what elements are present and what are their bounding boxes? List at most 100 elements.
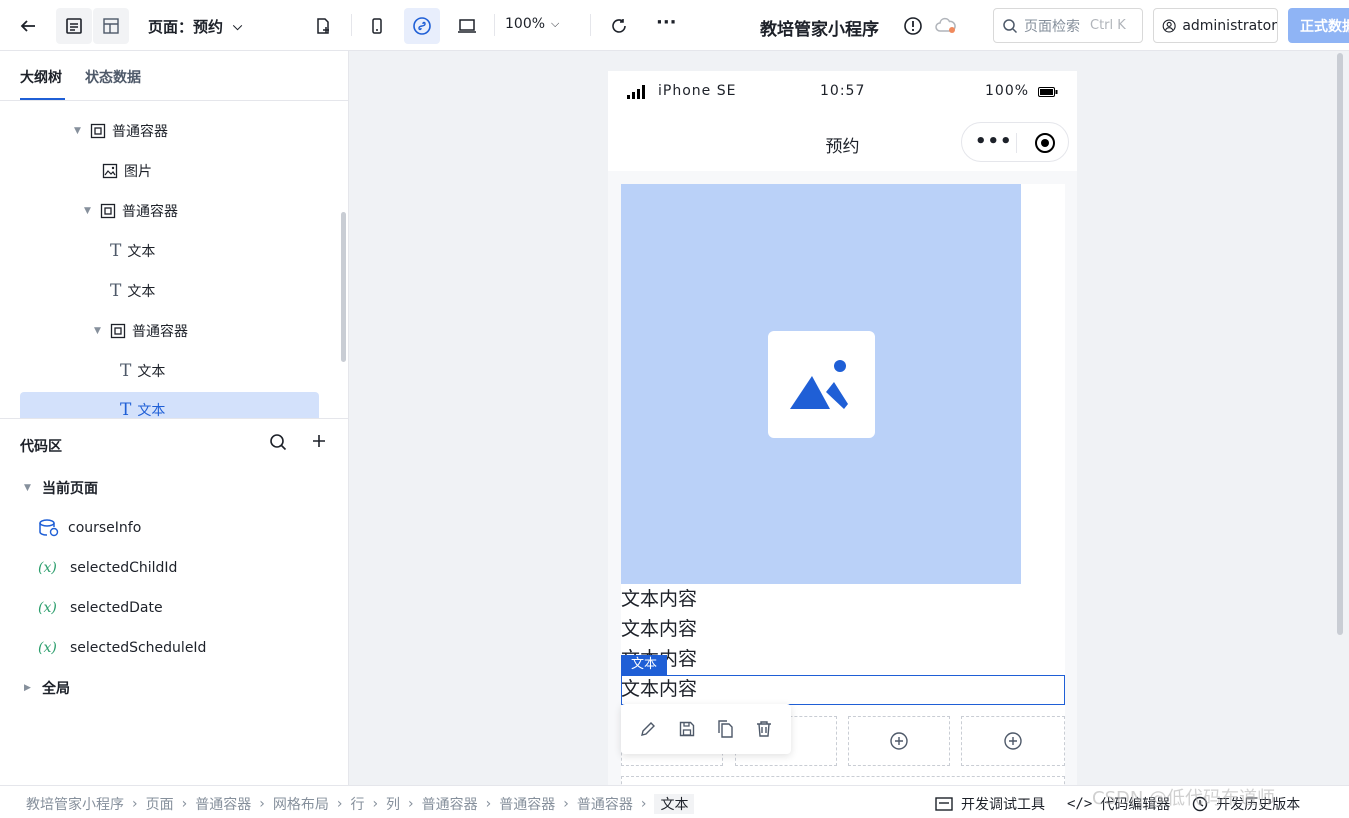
caret-down-icon[interactable]: ▼: [94, 326, 104, 336]
save-icon[interactable]: [678, 720, 696, 738]
add-page-icon[interactable]: [305, 8, 341, 44]
container-icon: [110, 323, 126, 339]
code-item[interactable]: (x) selectedDate: [38, 595, 163, 621]
tree-item[interactable]: T 文本: [110, 277, 155, 305]
close-target-icon[interactable]: [1034, 132, 1056, 154]
zoom-selector[interactable]: 100% ⌵: [505, 16, 559, 32]
user-menu[interactable]: administrator: [1153, 8, 1278, 43]
tree-scrollbar[interactable]: [341, 212, 346, 362]
breadcrumb-item[interactable]: 教培管家小程序: [26, 794, 124, 814]
breadcrumb-item[interactable]: 普通容器: [577, 794, 633, 814]
signal-icon: [627, 85, 645, 99]
more-dots-icon[interactable]: •••: [975, 131, 1013, 152]
caret-down-icon[interactable]: ▼: [74, 126, 84, 136]
page-search-input[interactable]: 页面检索 Ctrl K: [993, 8, 1143, 43]
current-page-group[interactable]: ▼ 当前页面: [24, 475, 98, 501]
desktop-device-icon[interactable]: [449, 8, 485, 44]
layout-icon[interactable]: [93, 8, 129, 44]
copy-icon[interactable]: [716, 720, 734, 738]
code-item[interactable]: (x) selectedScheduleId: [38, 635, 206, 661]
search-icon[interactable]: [269, 433, 287, 456]
grid-cell[interactable]: [848, 716, 950, 766]
tab-outline-tree[interactable]: 大纲树: [20, 67, 62, 87]
text-block[interactable]: 文本内容: [621, 584, 697, 614]
edit-pencil-icon[interactable]: [639, 720, 657, 738]
battery-level: 100%: [985, 83, 1030, 99]
miniprogram-icon[interactable]: [404, 8, 440, 44]
breadcrumb-item[interactable]: 网格布局: [273, 794, 329, 814]
caret-right-icon[interactable]: ▶: [24, 683, 34, 693]
tree-item-selected[interactable]: T 文本: [20, 392, 319, 418]
image-placeholder[interactable]: [621, 184, 1021, 584]
search-icon: [1003, 18, 1018, 33]
tree-item[interactable]: ▼ 普通容器: [74, 117, 168, 145]
grid-row-placeholder[interactable]: [621, 776, 1065, 785]
tree-item-label: 文本: [127, 244, 156, 260]
mountain-image-icon: [790, 360, 848, 409]
canvas-scrollbar[interactable]: [1337, 53, 1343, 635]
chevron-right-icon: ›: [563, 796, 569, 812]
tree-item-label: 文本: [127, 284, 156, 300]
code-item-label: selectedDate: [70, 600, 163, 616]
variable-icon: (x): [38, 640, 57, 656]
phone-preview: iPhone SE 10:57 100% 预约 ••• 文本内容 文本内容 文本…: [608, 71, 1077, 785]
warning-icon[interactable]: [903, 16, 923, 36]
cloud-sync-icon[interactable]: [934, 16, 958, 36]
chevron-right-icon: ›: [181, 796, 188, 812]
page-selector[interactable]: 页面：预约 ⌵: [148, 16, 242, 37]
global-group[interactable]: ▶ 全局: [24, 675, 70, 701]
text-block[interactable]: 文本内容: [621, 614, 697, 644]
mobile-device-icon[interactable]: [359, 8, 395, 44]
variable-icon: (x): [38, 560, 57, 576]
add-icon[interactable]: [311, 433, 327, 454]
breadcrumb-item[interactable]: 文本: [654, 794, 695, 814]
user-name: administrator: [1182, 17, 1277, 34]
dev-tools-button[interactable]: 开发调试工具: [935, 794, 1045, 814]
page-list-icon[interactable]: [56, 8, 92, 44]
text-type-icon: T: [120, 400, 132, 418]
code-item[interactable]: (x) selectedChildId: [38, 555, 177, 581]
code-item-label: courseInfo: [68, 520, 142, 536]
grid-cell[interactable]: [961, 716, 1065, 766]
breadcrumb-item[interactable]: 页面: [146, 794, 174, 814]
publish-button[interactable]: 正式数据: [1288, 8, 1349, 43]
refresh-icon[interactable]: [601, 8, 637, 44]
top-toolbar: 页面：预约 ⌵ 100% ⌵ ··· 教培管家小程序 页面检索 Ctrl K a…: [0, 0, 1349, 51]
device-name: iPhone SE: [658, 83, 737, 99]
tree-item[interactable]: 图片: [102, 157, 152, 185]
selection-outline: [621, 675, 1065, 705]
breadcrumb-item[interactable]: 行: [350, 794, 364, 814]
tab-state-data[interactable]: 状态数据: [85, 67, 141, 87]
breadcrumb-item[interactable]: 普通容器: [422, 794, 478, 814]
tree-item-label: 文本: [137, 403, 166, 418]
tree-item-label: 普通容器: [132, 324, 188, 340]
caret-down-icon[interactable]: ▼: [24, 483, 34, 493]
tree-item[interactable]: ▼ 普通容器: [84, 197, 178, 225]
add-circle-icon[interactable]: [889, 731, 909, 751]
chevron-right-icon: ›: [640, 796, 647, 812]
page-selector-label: 页面：预约: [148, 18, 224, 36]
code-item-label: selectedChildId: [70, 560, 178, 576]
selection-tag[interactable]: 文本: [621, 655, 668, 675]
search-placeholder: 页面检索: [1024, 18, 1080, 35]
code-item[interactable]: courseInfo: [38, 515, 141, 541]
breadcrumb-item[interactable]: 普通容器: [499, 794, 555, 814]
tree-item[interactable]: T 文本: [110, 237, 155, 265]
back-arrow-icon[interactable]: [10, 8, 46, 44]
more-button[interactable]: ···: [656, 12, 677, 33]
watermark: CSDN @低代码布道师: [1092, 788, 1276, 809]
capsule-menu[interactable]: •••: [961, 122, 1069, 162]
code-icon: </>: [1067, 796, 1093, 812]
tree-item[interactable]: T 文本: [120, 357, 165, 385]
caret-down-icon[interactable]: ▼: [84, 206, 94, 216]
breadcrumb-item[interactable]: 列: [386, 794, 400, 814]
delete-trash-icon[interactable]: [755, 720, 773, 738]
component-toolbar: [621, 704, 791, 754]
image-card: [768, 331, 875, 438]
text-type-icon: T: [110, 281, 122, 301]
tree-item-label: 普通容器: [122, 204, 178, 220]
phone-status-bar: iPhone SE 10:57 100%: [608, 71, 1077, 113]
add-circle-icon[interactable]: [1003, 731, 1023, 751]
tree-item[interactable]: ▼ 普通容器: [94, 317, 188, 345]
breadcrumb-item[interactable]: 普通容器: [195, 794, 251, 814]
